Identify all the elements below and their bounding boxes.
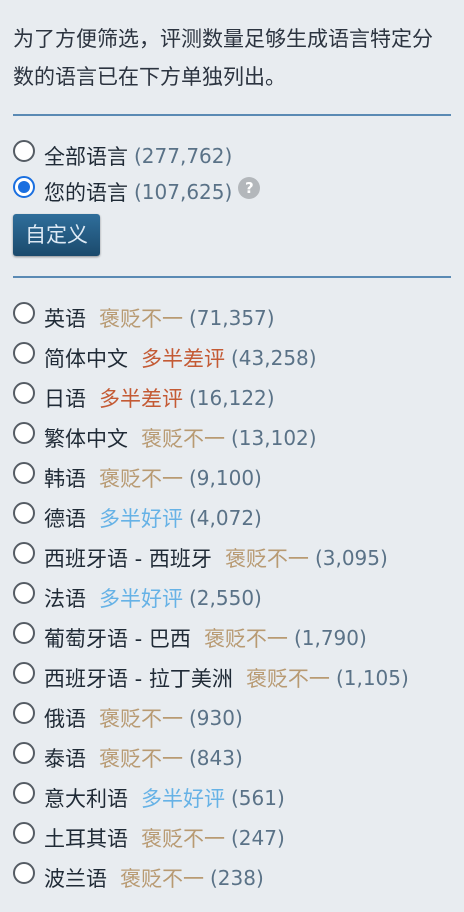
filter-count: (107,625) xyxy=(134,180,233,204)
review-count: (1,790) xyxy=(293,626,367,650)
filter-your-languages[interactable]: 您的语言 (107,625) ? xyxy=(13,174,451,210)
language-name: 土耳其语 xyxy=(44,827,128,851)
language-option[interactable]: 西班牙语 - 拉丁美洲 褒贬不一 (1,105) xyxy=(13,658,451,698)
language-radio[interactable] xyxy=(13,462,35,484)
language-name: 简体中文 xyxy=(44,347,128,371)
customize-button[interactable]: 自定义 xyxy=(13,214,100,256)
language-name: 葡萄牙语 - 巴西 xyxy=(44,627,191,651)
language-name: 韩语 xyxy=(44,467,86,491)
language-radio[interactable] xyxy=(13,422,35,444)
intro-text: 为了方便筛选，评测数量足够生成语言特定分数的语言已在下方单独列出。 xyxy=(13,27,433,89)
language-radio[interactable] xyxy=(13,302,35,324)
language-radio[interactable] xyxy=(13,862,35,884)
review-rating: 褒贬不一 xyxy=(99,467,183,491)
review-count: (71,357) xyxy=(189,306,275,330)
review-count: (9,100) xyxy=(189,466,262,490)
review-count: (3,095) xyxy=(314,546,388,570)
review-rating: 褒贬不一 xyxy=(203,627,288,651)
filter-label: 全部语言 xyxy=(44,145,128,169)
language-option[interactable]: 英语 褒贬不一 (71,357) xyxy=(13,298,451,338)
review-rating: 褒贬不一 xyxy=(141,827,225,851)
language-radio[interactable] xyxy=(13,502,35,524)
review-count: (2,550) xyxy=(189,586,262,610)
language-name: 意大利语 xyxy=(44,787,128,811)
review-count: (561) xyxy=(231,786,285,810)
language-name: 繁体中文 xyxy=(44,427,128,451)
review-rating: 褒贬不一 xyxy=(141,427,225,451)
filter-count: (277,762) xyxy=(134,144,233,168)
section-divider xyxy=(13,276,451,278)
review-count: (1,105) xyxy=(335,666,409,690)
language-option[interactable]: 西班牙语 - 西班牙 褒贬不一 (3,095) xyxy=(13,538,451,578)
language-radio[interactable] xyxy=(13,702,35,724)
language-radio[interactable] xyxy=(13,662,35,684)
filter-label: 您的语言 xyxy=(44,181,128,205)
language-radio[interactable] xyxy=(13,622,35,644)
language-scope-group: 全部语言 (277,762) 您的语言 (107,625) ? xyxy=(13,138,451,210)
radio-your-languages[interactable] xyxy=(13,176,35,198)
language-option[interactable]: 泰语 褒贬不一 (843) xyxy=(13,738,451,778)
language-name: 德语 xyxy=(44,507,86,531)
language-option[interactable]: 德语 多半好评 (4,072) xyxy=(13,498,451,538)
language-option[interactable]: 法语 多半好评 (2,550) xyxy=(13,578,451,618)
language-name: 波兰语 xyxy=(44,867,107,891)
language-option[interactable]: 日语 多半差评 (16,122) xyxy=(13,378,451,418)
language-option[interactable]: 繁体中文 褒贬不一 (13,102) xyxy=(13,418,451,458)
language-option[interactable]: 意大利语 多半好评 (561) xyxy=(13,778,451,818)
language-option[interactable]: 土耳其语 褒贬不一 (247) xyxy=(13,818,451,858)
language-radio[interactable] xyxy=(13,822,35,844)
review-rating: 多半差评 xyxy=(99,387,183,411)
review-count: (247) xyxy=(231,826,285,850)
language-radio[interactable] xyxy=(13,542,35,564)
review-rating: 多半好评 xyxy=(99,587,183,611)
radio-all-languages[interactable] xyxy=(13,140,35,162)
review-count: (930) xyxy=(189,706,243,730)
review-count: (843) xyxy=(189,746,243,770)
language-radio[interactable] xyxy=(13,582,35,604)
language-radio[interactable] xyxy=(13,742,35,764)
language-name: 泰语 xyxy=(44,747,86,771)
language-name: 英语 xyxy=(44,307,86,331)
language-filter-panel: 为了方便筛选，评测数量足够生成语言特定分数的语言已在下方单独列出。 全部语言 (… xyxy=(0,0,464,912)
language-radio[interactable] xyxy=(13,382,35,404)
review-count: (13,102) xyxy=(231,426,317,450)
review-rating: 多半好评 xyxy=(141,787,225,811)
review-count: (16,122) xyxy=(189,386,275,410)
review-rating: 褒贬不一 xyxy=(99,707,183,731)
review-rating: 褒贬不一 xyxy=(99,747,183,771)
review-rating: 多半差评 xyxy=(141,347,225,371)
help-icon[interactable]: ? xyxy=(238,177,261,199)
review-count: (43,258) xyxy=(231,346,317,370)
language-name: 西班牙语 - 西班牙 xyxy=(44,547,212,571)
section-divider xyxy=(13,114,451,116)
language-option[interactable]: 葡萄牙语 - 巴西 褒贬不一 (1,790) xyxy=(13,618,451,658)
language-radio[interactable] xyxy=(13,782,35,804)
language-list: 英语 褒贬不一 (71,357) 简体中文 多半差评 (43,258) 日语 多半差评 (16,… xyxy=(13,298,451,898)
language-name: 法语 xyxy=(44,587,86,611)
language-option[interactable]: 简体中文 多半差评 (43,258) xyxy=(13,338,451,378)
language-name: 日语 xyxy=(44,387,86,411)
language-option[interactable]: 韩语 褒贬不一 (9,100) xyxy=(13,458,451,498)
language-option[interactable]: 俄语 褒贬不一 (930) xyxy=(13,698,451,738)
review-count: (4,072) xyxy=(189,506,262,530)
review-rating: 褒贬不一 xyxy=(120,867,204,891)
review-rating: 褒贬不一 xyxy=(99,307,183,331)
language-name: 俄语 xyxy=(44,707,86,731)
language-option[interactable]: 波兰语 褒贬不一 (238) xyxy=(13,858,451,898)
review-rating: 多半好评 xyxy=(99,507,183,531)
review-rating: 褒贬不一 xyxy=(224,547,309,571)
filter-all-languages[interactable]: 全部语言 (277,762) xyxy=(13,138,451,174)
language-radio[interactable] xyxy=(13,342,35,364)
language-name: 西班牙语 - 拉丁美洲 xyxy=(44,667,233,691)
review-rating: 褒贬不一 xyxy=(245,667,330,691)
review-count: (238) xyxy=(210,866,264,890)
